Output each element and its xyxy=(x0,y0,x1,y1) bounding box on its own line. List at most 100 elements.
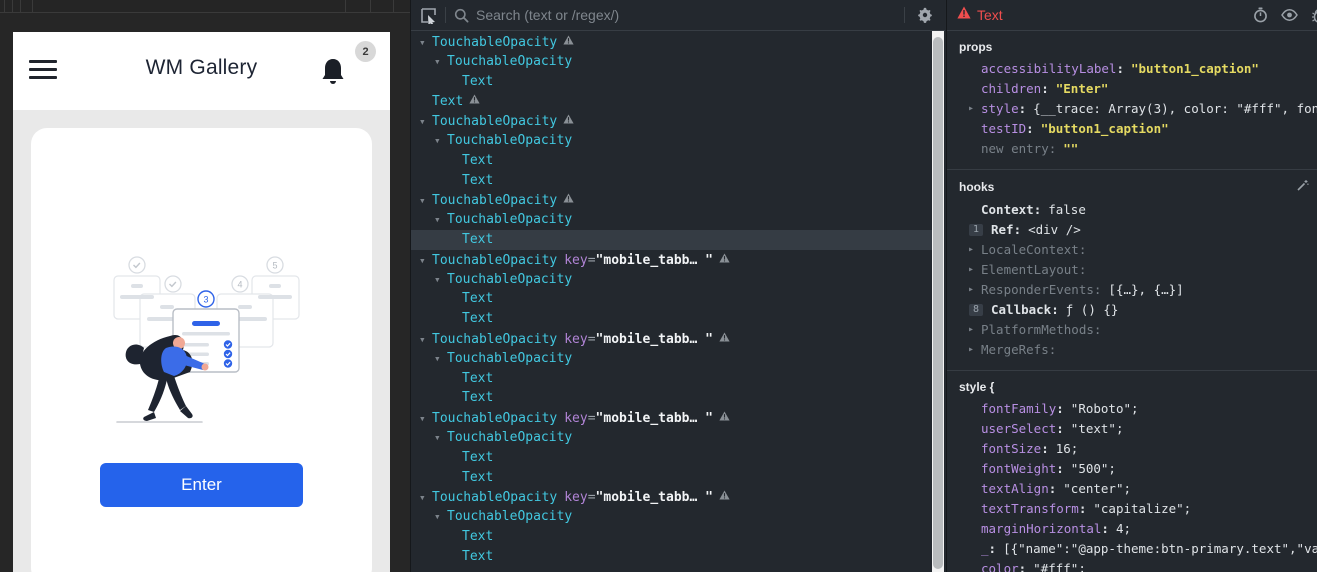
field-value[interactable]: 4; xyxy=(1116,521,1131,536)
expand-arrow-icon[interactable]: ▸ xyxy=(968,340,974,360)
field-value[interactable]: ƒ () {} xyxy=(1066,302,1119,317)
expand-arrow-icon[interactable]: ▸ xyxy=(968,320,974,340)
collapse-caret-icon[interactable]: ▾ xyxy=(419,112,432,132)
hooks-row[interactable]: ▸MergeRefs: xyxy=(959,340,1317,360)
style-row: fontFamily:"Roboto"; xyxy=(959,399,1317,419)
field-key: LocaleContext xyxy=(981,242,1079,257)
expand-arrow-icon[interactable]: ▸ xyxy=(968,280,974,300)
search-icon xyxy=(446,8,476,23)
collapse-caret-icon[interactable]: ▾ xyxy=(419,191,432,211)
tree-row[interactable]: ▾TouchableOpacity xyxy=(411,131,932,151)
field-value[interactable]: "#fff"; xyxy=(1033,561,1086,572)
style-row: color:"#fff"; xyxy=(959,559,1317,572)
expand-arrow-icon[interactable]: ▸ xyxy=(968,240,974,260)
tree-scrollbar[interactable] xyxy=(932,31,944,572)
tree-row[interactable]: Text xyxy=(411,91,932,111)
hooks-row[interactable]: ▸ElementLayout: xyxy=(959,260,1317,280)
svg-text:4: 4 xyxy=(237,280,242,290)
collapse-caret-icon[interactable]: ▾ xyxy=(434,270,447,290)
field-value[interactable]: "text"; xyxy=(1071,421,1124,436)
field-value[interactable]: [{"name":"@app-theme:btn-primary.text","… xyxy=(1003,541,1317,556)
expand-arrow-icon[interactable]: ▸ xyxy=(968,99,974,119)
component-name: TouchableOpacity xyxy=(447,272,572,287)
field-value[interactable]: "" xyxy=(1063,141,1078,156)
notifications-button[interactable]: 2 xyxy=(318,56,358,96)
props-row[interactable]: ▸style:{__trace: Array(3), color: "#fff"… xyxy=(959,99,1317,119)
tree-row[interactable]: Text xyxy=(411,289,932,309)
field-value[interactable]: "Roboto"; xyxy=(1071,401,1139,416)
field-value[interactable]: "button1_caption" xyxy=(1041,121,1169,136)
tree-row[interactable]: ▾TouchableOpacitykey="mobile_tabb… " xyxy=(411,329,932,349)
collapse-caret-icon[interactable]: ▾ xyxy=(419,488,432,508)
collapse-caret-icon[interactable]: ▾ xyxy=(434,52,447,72)
hooks-row[interactable]: ▸PlatformMethods: xyxy=(959,320,1317,340)
field-value[interactable]: [{…}, {…}] xyxy=(1108,282,1183,297)
section-title-props: props xyxy=(959,40,992,54)
tree-row[interactable]: Text xyxy=(411,448,932,468)
tree-row[interactable]: ▾TouchableOpacity xyxy=(411,32,932,52)
tree-row[interactable]: Text xyxy=(411,309,932,329)
field-value[interactable]: 16; xyxy=(1056,441,1079,456)
key-attribute: "mobile_tabb… " xyxy=(596,253,713,268)
tree-row[interactable]: Text xyxy=(411,151,932,171)
tree-row[interactable]: ▾TouchableOpacity xyxy=(411,190,932,210)
key-attribute: = xyxy=(588,411,596,426)
tree-row[interactable]: ▾TouchableOpacity xyxy=(411,270,932,290)
expand-arrow-icon[interactable]: ▸ xyxy=(968,260,974,280)
hooks-row[interactable]: ▸ResponderEvents:[{…}, {…}] xyxy=(959,280,1317,300)
field-value[interactable]: "500"; xyxy=(1071,461,1116,476)
app-header: WM Gallery 2 xyxy=(13,32,390,110)
tree-row[interactable]: ▾TouchableOpacity xyxy=(411,428,932,448)
tree-row[interactable]: Text xyxy=(411,72,932,92)
tree-row[interactable]: ▾TouchableOpacity xyxy=(411,349,932,369)
onboarding-illustration: 3 4 5 xyxy=(102,240,302,430)
field-value[interactable]: "center"; xyxy=(1063,481,1131,496)
suspense-timer-icon[interactable] xyxy=(1253,7,1268,23)
collapse-caret-icon[interactable]: ▾ xyxy=(434,507,447,527)
inspect-dom-eye-icon[interactable] xyxy=(1281,9,1298,21)
tree-row[interactable]: ▾TouchableOpacity xyxy=(411,52,932,72)
field-value[interactable]: "button1_caption" xyxy=(1131,61,1259,76)
enter-button[interactable]: Enter xyxy=(100,463,303,507)
tree-row[interactable]: Text xyxy=(411,468,932,488)
tree-row[interactable]: Text xyxy=(411,527,932,547)
hooks-row[interactable]: ▸LocaleContext: xyxy=(959,240,1317,260)
collapse-caret-icon[interactable]: ▾ xyxy=(419,33,432,53)
collapse-caret-icon[interactable]: ▾ xyxy=(419,251,432,271)
warning-icon xyxy=(563,190,574,210)
settings-gear-icon[interactable] xyxy=(905,7,945,23)
phone-screen: WM Gallery 2 xyxy=(13,32,390,572)
debug-bug-icon[interactable] xyxy=(1311,8,1317,23)
tree-row[interactable]: ▾TouchableOpacitykey="mobile_tabb… " xyxy=(411,487,932,507)
collapse-caret-icon[interactable]: ▾ xyxy=(434,210,447,230)
search-input[interactable] xyxy=(476,7,904,23)
tree-row[interactable]: Text xyxy=(411,369,932,389)
tree-row[interactable]: ▾TouchableOpacity xyxy=(411,111,932,131)
field-value[interactable]: false xyxy=(1048,202,1086,217)
tree-row[interactable]: Text xyxy=(411,547,932,567)
tree-row[interactable]: ▾TouchableOpacity xyxy=(411,507,932,527)
tree-row[interactable]: ▾TouchableOpacitykey="mobile_tabb… " xyxy=(411,408,932,428)
tree-row[interactable]: Text xyxy=(411,171,932,191)
inspect-element-icon[interactable] xyxy=(411,7,445,24)
tree-row[interactable]: ▾TouchableOpacitykey="mobile_tabb… " xyxy=(411,250,932,270)
collapse-caret-icon[interactable]: ▾ xyxy=(434,131,447,151)
props-row[interactable]: new entry:"" xyxy=(959,139,1317,159)
field-value[interactable]: <div /> xyxy=(1028,222,1081,237)
svg-text:5: 5 xyxy=(272,261,277,271)
hooks-row: Context:false xyxy=(959,200,1317,220)
field-value[interactable]: "capitalize"; xyxy=(1093,501,1191,516)
scrollbar-thumb[interactable] xyxy=(933,37,943,569)
field-value[interactable]: {__trace: Array(3), color: "#fff", fontF… xyxy=(1033,101,1317,116)
parse-hook-names-wand-icon[interactable] xyxy=(1296,179,1309,195)
collapse-caret-icon[interactable]: ▾ xyxy=(434,349,447,369)
collapse-caret-icon[interactable]: ▾ xyxy=(419,409,432,429)
tree-row[interactable]: ▾TouchableOpacity xyxy=(411,210,932,230)
field-key: ResponderEvents xyxy=(981,282,1094,297)
field-key: Context xyxy=(981,202,1034,217)
tree-row[interactable]: Text xyxy=(411,230,932,250)
tree-row[interactable]: Text xyxy=(411,388,932,408)
collapse-caret-icon[interactable]: ▾ xyxy=(434,428,447,448)
collapse-caret-icon[interactable]: ▾ xyxy=(419,330,432,350)
field-value[interactable]: "Enter" xyxy=(1056,81,1109,96)
